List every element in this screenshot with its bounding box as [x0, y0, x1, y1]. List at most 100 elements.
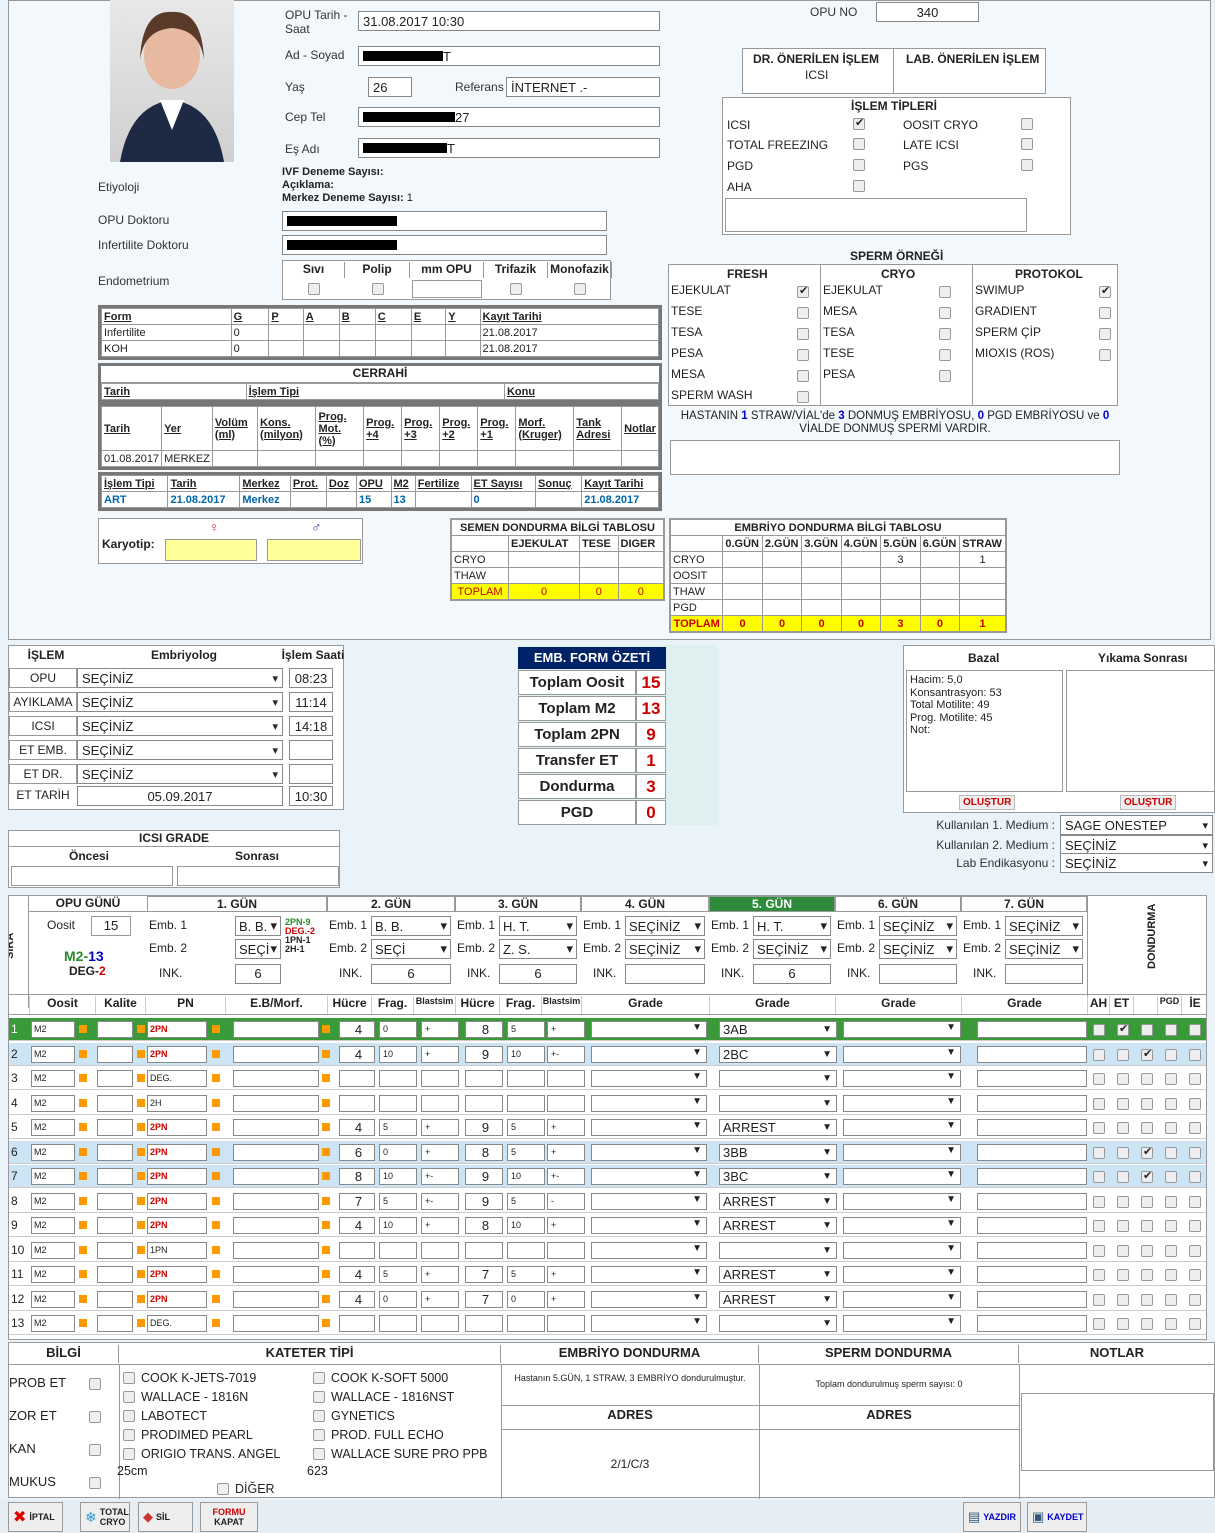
- row-checkbox[interactable]: [1117, 1171, 1129, 1183]
- row-checkbox[interactable]: [1117, 1097, 1129, 1110]
- row-checkbox[interactable]: [1165, 1220, 1177, 1232]
- mm-opu-field[interactable]: [412, 280, 482, 298]
- emb1-select[interactable]: SEÇİNİZ ▾: [879, 916, 957, 936]
- score-field[interactable]: [507, 1070, 545, 1087]
- row-checkbox[interactable]: [1189, 1171, 1201, 1183]
- score-field[interactable]: 4: [339, 1217, 375, 1234]
- row-checkbox[interactable]: [1141, 1244, 1153, 1257]
- emb1-select[interactable]: SEÇİNİZ ▾: [625, 916, 705, 936]
- oosit-field[interactable]: M2: [31, 1290, 75, 1308]
- row-checkbox[interactable]: [1117, 1122, 1129, 1134]
- score-field[interactable]: [421, 1241, 459, 1259]
- sperm-checkbox[interactable]: [939, 286, 951, 298]
- score-field[interactable]: +: [547, 1217, 585, 1234]
- row-checkbox[interactable]: [1189, 1122, 1201, 1134]
- pn-field[interactable]: 2PN: [147, 1290, 207, 1308]
- score-field[interactable]: 8: [465, 1217, 503, 1234]
- ref-field[interactable]: İNTERNET .-: [506, 77, 660, 97]
- sperm-checkbox[interactable]: [939, 307, 951, 319]
- row-checkbox[interactable]: [1165, 1269, 1177, 1281]
- score-field[interactable]: +: [547, 1266, 585, 1283]
- score-field[interactable]: +: [547, 1119, 585, 1136]
- row-checkbox[interactable]: [1093, 1293, 1105, 1306]
- grade5-select[interactable]: ▼: [719, 1094, 837, 1112]
- row-checkbox[interactable]: [1093, 1269, 1105, 1281]
- oosit-field[interactable]: M2: [31, 1094, 75, 1112]
- quality-field[interactable]: [97, 1266, 133, 1283]
- score-field[interactable]: 5: [507, 1021, 545, 1038]
- score-field[interactable]: [339, 1315, 375, 1332]
- process-type-checkbox[interactable]: [1021, 118, 1033, 130]
- eb-morf-field[interactable]: [233, 1143, 319, 1161]
- row-checkbox[interactable]: [1165, 1073, 1177, 1085]
- score-field[interactable]: [379, 1094, 417, 1112]
- grade4-select[interactable]: ▼: [591, 1119, 707, 1136]
- row-checkbox[interactable]: [1165, 1097, 1177, 1110]
- emb1-select[interactable]: B. B. ▾: [235, 916, 281, 936]
- grade6-select[interactable]: ▼: [843, 1094, 961, 1112]
- score-field[interactable]: 5: [507, 1266, 545, 1283]
- eb-morf-field[interactable]: [233, 1315, 319, 1332]
- medium1-select[interactable]: SAGE ONESTEP: [1060, 815, 1213, 835]
- sperm-checkbox[interactable]: [797, 370, 809, 382]
- row-checkbox[interactable]: [1117, 1048, 1129, 1061]
- score-field[interactable]: [547, 1094, 585, 1112]
- row-checkbox[interactable]: [1189, 1146, 1201, 1159]
- quality-field[interactable]: [97, 1192, 133, 1210]
- score-field[interactable]: [547, 1315, 585, 1332]
- pn-field[interactable]: 2PN: [147, 1192, 207, 1210]
- grade4-select[interactable]: ▼: [591, 1217, 707, 1234]
- row-checkbox[interactable]: [1189, 1073, 1201, 1085]
- pn-field[interactable]: 2PN: [147, 1217, 207, 1234]
- score-field[interactable]: +: [421, 1143, 459, 1161]
- pn-field[interactable]: 2H: [147, 1094, 207, 1112]
- grade7-field[interactable]: [977, 1168, 1087, 1185]
- embryologist-select[interactable]: SEÇİNİZ: [77, 740, 283, 760]
- grade5-select[interactable]: ▼: [719, 1315, 837, 1332]
- oosit-field[interactable]: M2: [31, 1119, 75, 1136]
- eb-morf-field[interactable]: [233, 1266, 319, 1283]
- score-field[interactable]: 10: [507, 1217, 545, 1234]
- grade4-select[interactable]: ▼: [591, 1094, 707, 1112]
- endo-checkbox[interactable]: [308, 283, 320, 295]
- score-field[interactable]: [547, 1070, 585, 1087]
- grade4-select[interactable]: ▼: [591, 1143, 707, 1161]
- oosit-count-field[interactable]: 15: [91, 916, 131, 936]
- score-field[interactable]: +-: [547, 1168, 585, 1185]
- grade4-select[interactable]: ▼: [591, 1168, 707, 1185]
- catheter-checkbox[interactable]: [123, 1429, 135, 1441]
- pn-field[interactable]: 2PN: [147, 1143, 207, 1161]
- row-checkbox[interactable]: [1189, 1269, 1201, 1281]
- et-date-field[interactable]: 05.09.2017: [77, 786, 283, 806]
- name-field[interactable]: T: [358, 46, 660, 66]
- row-checkbox[interactable]: [1117, 1195, 1129, 1208]
- grade5-select[interactable]: ARREST ▼: [719, 1192, 837, 1210]
- score-field[interactable]: 10: [507, 1168, 545, 1185]
- ops-time-field[interactable]: [289, 764, 333, 784]
- ink-field[interactable]: 6: [753, 964, 831, 984]
- sperm-checkbox[interactable]: [939, 349, 951, 361]
- pn-field[interactable]: 1PN: [147, 1241, 207, 1259]
- score-field[interactable]: +: [547, 1290, 585, 1308]
- row-checkbox[interactable]: [1189, 1024, 1201, 1036]
- score-field[interactable]: 10: [379, 1168, 417, 1185]
- print-button[interactable]: ▤ YAZDIR: [963, 1502, 1021, 1532]
- oosit-field[interactable]: M2: [31, 1266, 75, 1283]
- score-field[interactable]: [465, 1094, 503, 1112]
- pn-field[interactable]: 2PN: [147, 1168, 207, 1185]
- score-field[interactable]: [339, 1241, 375, 1259]
- delete-button[interactable]: ◆ SİL: [138, 1502, 193, 1532]
- grade5-select[interactable]: 3BC ▼: [719, 1168, 837, 1185]
- quality-field[interactable]: [97, 1070, 133, 1087]
- row-checkbox[interactable]: [1141, 1145, 1153, 1159]
- cancel-button[interactable]: ✖ İPTAL: [8, 1502, 63, 1532]
- et-time-field[interactable]: 10:30: [289, 786, 333, 806]
- embryologist-select[interactable]: SEÇİNİZ: [77, 764, 283, 784]
- total-cryo-button[interactable]: ❄ TOTAL CRYO: [80, 1502, 130, 1532]
- eb-morf-field[interactable]: [233, 1070, 319, 1087]
- pn-field[interactable]: 2PN: [147, 1119, 207, 1136]
- eb-morf-field[interactable]: [233, 1217, 319, 1234]
- catheter-checkbox[interactable]: [313, 1410, 325, 1422]
- score-field[interactable]: 5: [379, 1192, 417, 1210]
- ops-time-field[interactable]: 11:14: [289, 692, 333, 712]
